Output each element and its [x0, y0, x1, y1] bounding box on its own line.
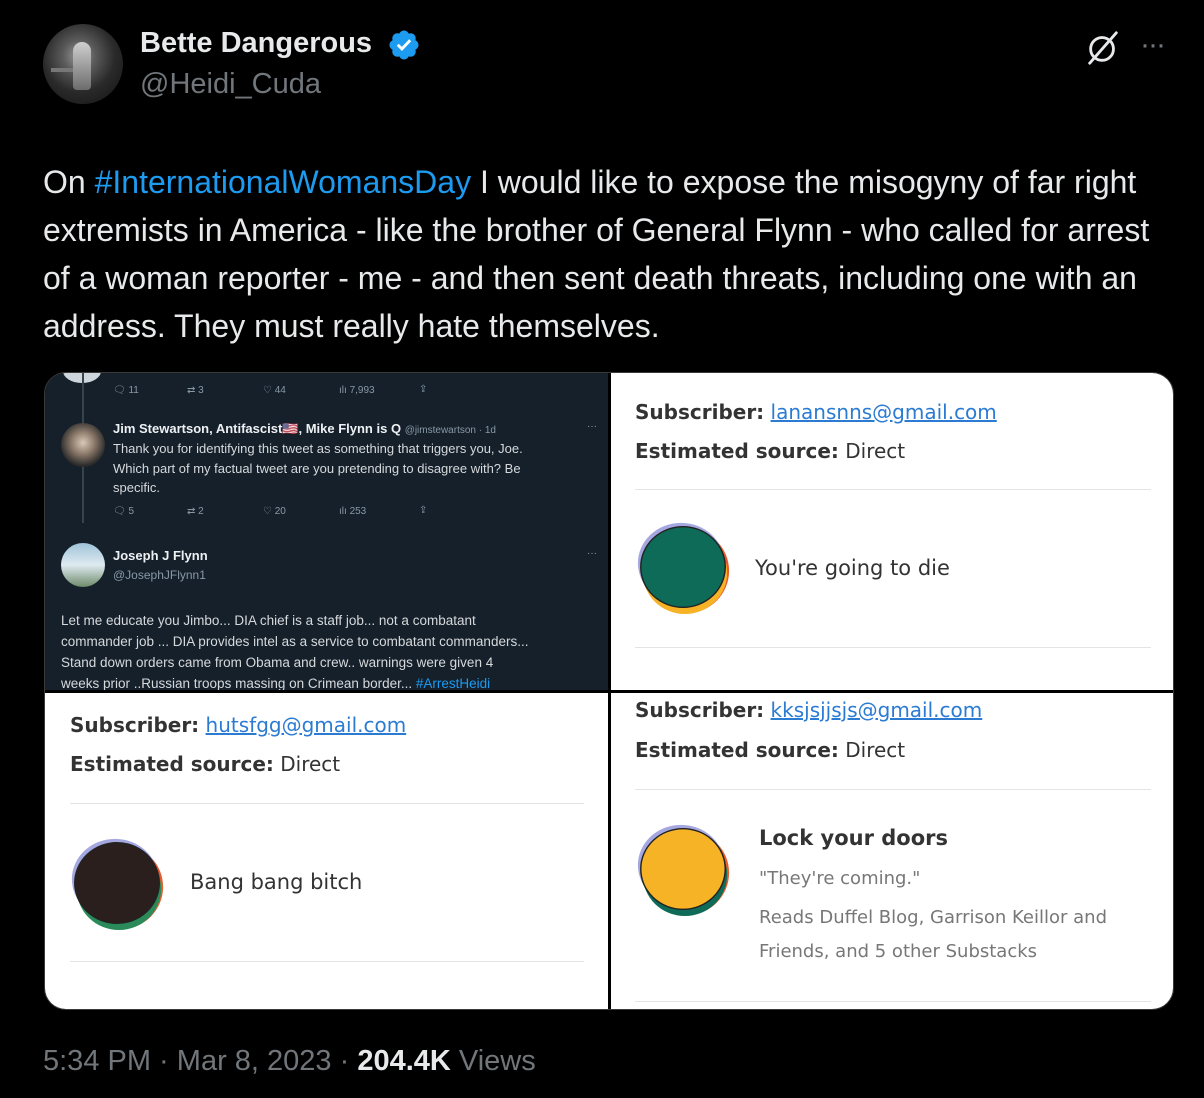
share-icon-top: ⇪: [419, 384, 428, 395]
subscriber-row: Subscriber: hutsfgg@gmail.com: [70, 713, 407, 737]
tweet-text-pre: On: [43, 164, 95, 200]
tweet-time[interactable]: 5:34 PM: [43, 1045, 151, 1077]
hashtag-link[interactable]: #InternationalWomansDay: [95, 164, 472, 200]
views-label: Views: [450, 1045, 536, 1077]
avatar-blob-green-icon: [637, 522, 730, 615]
joseph-avatar: [61, 543, 105, 587]
reply1-more-icon: ···: [587, 421, 597, 432]
reply2-line4: weeks prior ..Russian troops massing on …: [61, 676, 491, 690]
message-quote: "They're coming.": [759, 868, 921, 889]
media-image-substack-3[interactable]: Subscriber: kksjsjjsjs@gmail.com Estimat…: [611, 693, 1173, 1009]
reply-count-top: 🗨 11: [113, 385, 139, 396]
subscriber-row: Subscriber: lanansnns@gmail.com: [635, 400, 997, 424]
media-image-substack-2[interactable]: Subscriber: hutsfgg@gmail.com Estimated …: [45, 693, 608, 1009]
source-row: Estimated source: Direct: [635, 738, 906, 762]
message-text: Bang bang bitch: [190, 870, 363, 894]
author-avatar[interactable]: [43, 24, 123, 104]
author-handle[interactable]: @Heidi_Cuda: [140, 68, 321, 101]
views-count: 204.4K: [357, 1045, 451, 1077]
source-row: Estimated source: Direct: [635, 439, 906, 463]
grok-icon[interactable]: [1084, 29, 1122, 67]
media-grid[interactable]: 🗨 11 ⇄ 3 ♡ 44 ılı 7,993 ⇪ Jim Stewartson…: [44, 372, 1174, 1010]
divider: [635, 1001, 1151, 1002]
message-title: Lock your doors: [759, 826, 949, 850]
like-count-top: ♡ 44: [263, 385, 286, 396]
reads-line-1: Reads Duffel Blog, Garrison Keillor and: [759, 907, 1107, 928]
separator: ·: [151, 1045, 177, 1077]
verified-badge-icon: [389, 30, 419, 60]
reply2-name: Joseph J Flynn: [113, 548, 208, 563]
reply1-view-count: ılı 253: [339, 506, 367, 517]
reply1-line2: Which part of my factual tweet are you p…: [113, 461, 521, 476]
avatar-figure: [73, 42, 91, 90]
media-image-substack-1[interactable]: Subscriber: lanansnns@gmail.com Estimate…: [611, 373, 1173, 690]
divider: [635, 489, 1151, 490]
reply2-line2: commander job ... DIA provides intel as …: [61, 634, 529, 649]
tweet-text: On #InternationalWomansDay I would like …: [43, 158, 1173, 350]
author-display-name[interactable]: Bette Dangerous: [140, 27, 372, 60]
divider: [635, 647, 1151, 648]
avatar-mic-stand: [51, 68, 73, 72]
reply2-more-icon: ···: [587, 548, 597, 559]
avatar-blob-yellow-icon: [637, 824, 730, 917]
reply1-line3: specific.: [113, 480, 160, 495]
view-count-top: ılı 7,993: [339, 385, 375, 396]
reply1-share-icon: ⇪: [419, 505, 428, 516]
reply1-line1: Thank you for identifying this tweet as …: [113, 441, 523, 456]
reply2-handle: @JosephJFlynn1: [113, 568, 206, 582]
reply2-line1: Let me educate you Jimbo... DIA chief is…: [61, 613, 476, 628]
media-image-twitter-thread[interactable]: 🗨 11 ⇄ 3 ♡ 44 ılı 7,993 ⇪ Jim Stewartson…: [45, 373, 608, 690]
reads-line-2: Friends, and 5 other Substacks: [759, 941, 1038, 962]
jim-avatar: [61, 423, 105, 467]
reply1-reply-count: 🗨 5: [113, 506, 135, 517]
reply1-header: Jim Stewartson, Antifascist🇺🇸, Mike Flyn…: [113, 421, 496, 436]
message-text: You're going to die: [755, 556, 950, 580]
divider: [70, 803, 584, 804]
reply1-like-count: ♡ 20: [263, 506, 286, 517]
tweet-date[interactable]: Mar 8, 2023: [177, 1045, 332, 1077]
separator: ·: [331, 1045, 358, 1077]
avatar-blob-black-icon: [71, 838, 164, 931]
divider: [635, 789, 1151, 790]
more-options-icon[interactable]: ···: [1140, 30, 1166, 60]
tweet-meta: 5:34 PM · Mar 8, 2023 · 204.4K Views: [43, 1045, 536, 1078]
source-row: Estimated source: Direct: [70, 752, 341, 776]
reply1-retweet-count: ⇄ 2: [187, 506, 204, 517]
reply2-line3: Stand down orders came from Obama and cr…: [61, 655, 494, 670]
retweet-count-top: ⇄ 3: [187, 385, 204, 396]
divider: [70, 961, 584, 962]
subscriber-row: Subscriber: kksjsjjsjs@gmail.com: [635, 698, 983, 722]
